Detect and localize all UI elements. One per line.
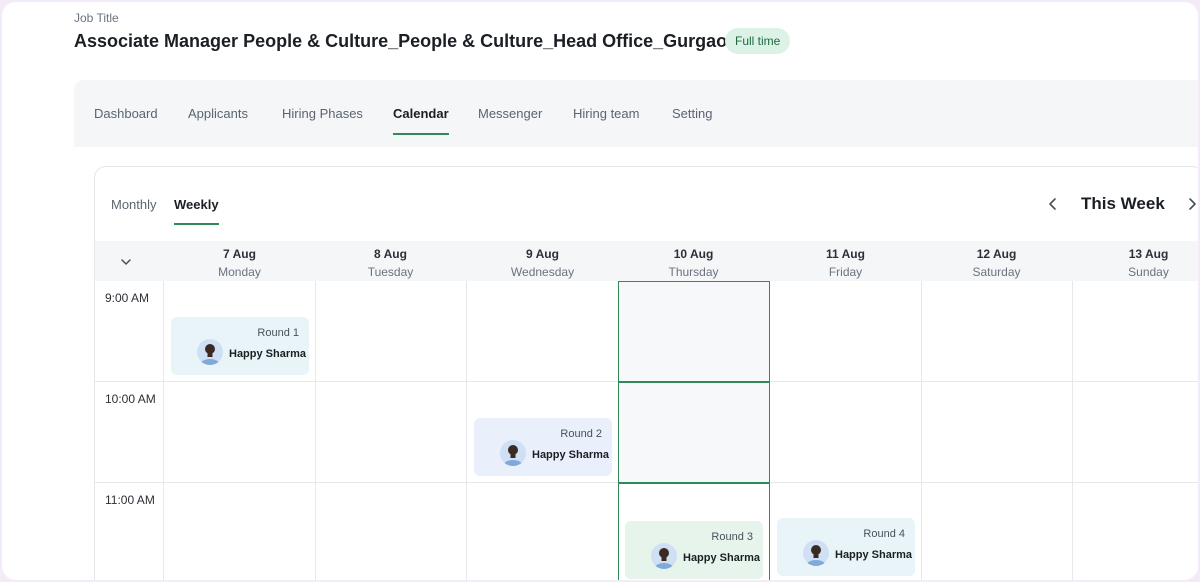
tab-messenger[interactable]: Messenger — [478, 80, 542, 147]
time-label: 10:00 AM — [105, 392, 156, 406]
grid-line — [1072, 281, 1073, 580]
event-candidate-name: Happy Sharma — [683, 552, 761, 564]
time-label: 11:00 AM — [105, 493, 155, 507]
event-candidate-name: Happy Sharma — [835, 549, 913, 561]
chevron-left-icon[interactable] — [1043, 193, 1063, 215]
tab-hiring-phases[interactable]: Hiring Phases — [282, 80, 363, 147]
day-date: 11 Aug — [826, 247, 865, 261]
event-round: Round 3 — [711, 531, 753, 543]
interview-event-card[interactable]: Round 4 Happy Sharma — [777, 518, 915, 576]
week-label: This Week — [1081, 194, 1165, 213]
day-header-monday: 7 Aug Monday — [164, 241, 315, 281]
tab-dashboard[interactable]: Dashboard — [94, 80, 158, 147]
calendar-grid: 9:00 AM 10:00 AM 11:00 AM Round 1 Happy … — [95, 281, 1198, 580]
avatar — [803, 540, 829, 566]
day-name: Tuesday — [367, 265, 414, 279]
chevron-right-icon[interactable] — [1182, 193, 1198, 215]
event-round: Round 4 — [863, 528, 905, 540]
day-date: 12 Aug — [976, 247, 1017, 261]
employment-type-badge: Full time — [725, 28, 791, 54]
day-name: Sunday — [1128, 265, 1169, 279]
interview-event-card[interactable]: Round 1 Happy Sharma — [171, 317, 309, 375]
calendar-panel: Monthly Weekly This Week 7 Aug Monday 8 … — [94, 166, 1198, 580]
day-name: Thursday — [668, 265, 719, 279]
job-title: Associate Manager People & Culture_Peopl… — [74, 31, 759, 51]
event-candidate-name: Happy Sharma — [229, 348, 307, 360]
grid-line — [921, 281, 922, 580]
day-header-friday: 11 Aug Friday — [770, 241, 921, 281]
interview-event-card[interactable]: Round 2 Happy Sharma — [474, 418, 612, 476]
day-name: Saturday — [972, 265, 1021, 279]
day-header-saturday: 12 Aug Saturday — [921, 241, 1072, 281]
day-date: 7 Aug — [223, 247, 256, 261]
interview-event-card[interactable]: Round 3 Happy Sharma — [625, 521, 763, 579]
grid-line — [163, 281, 164, 580]
day-date: 8 Aug — [374, 247, 407, 261]
grid-line — [315, 281, 316, 580]
day-header-sunday: 13 Aug Sunday — [1073, 241, 1198, 281]
tab-setting[interactable]: Setting — [672, 80, 712, 147]
tab-hiring-team[interactable]: Hiring team — [573, 80, 639, 147]
view-weekly-tab[interactable]: Weekly — [174, 197, 219, 225]
job-title-label: Job Title — [74, 11, 119, 25]
day-name: Friday — [828, 265, 863, 279]
view-monthly-tab[interactable]: Monthly — [111, 197, 157, 212]
day-header-wednesday: 9 Aug Wednesday — [467, 241, 618, 281]
day-name: Monday — [218, 265, 261, 279]
event-round: Round 1 — [257, 327, 299, 339]
day-name: Wednesday — [510, 265, 575, 279]
tab-calendar[interactable]: Calendar — [393, 80, 449, 147]
time-label: 9:00 AM — [105, 291, 150, 305]
day-header-tuesday: 8 Aug Tuesday — [315, 241, 466, 281]
avatar — [500, 440, 526, 466]
job-nav-bar: Dashboard Applicants Hiring Phases Calen… — [74, 80, 1198, 147]
calendar-header-row: 7 Aug Monday 8 Aug Tuesday 9 Aug Wednesd… — [95, 241, 1198, 281]
day-date: 9 Aug — [526, 247, 559, 261]
day-header-thursday: 10 Aug Thursday — [618, 241, 769, 281]
avatar — [197, 339, 223, 365]
day-date: 10 Aug — [673, 247, 714, 261]
event-candidate-name: Happy Sharma — [532, 449, 610, 461]
event-round: Round 2 — [560, 428, 602, 440]
day-date: 13 Aug — [1128, 247, 1169, 261]
chevron-down-icon[interactable] — [119, 255, 133, 269]
grid-line — [466, 281, 467, 580]
tab-applicants[interactable]: Applicants — [188, 80, 248, 147]
app-frame: Job Title Associate Manager People & Cul… — [2, 2, 1198, 580]
selected-time-slot[interactable] — [618, 281, 770, 382]
avatar — [651, 543, 677, 569]
selected-time-slot[interactable] — [618, 382, 770, 483]
